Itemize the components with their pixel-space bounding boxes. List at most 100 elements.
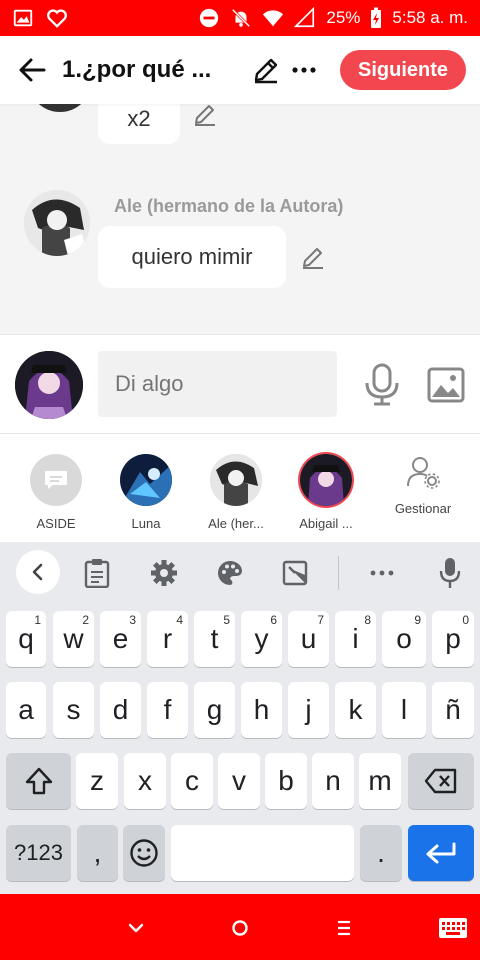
microphone-icon xyxy=(439,558,461,588)
key-c[interactable]: c xyxy=(171,753,213,809)
image-icon[interactable] xyxy=(426,365,466,405)
palette-icon xyxy=(218,561,242,585)
character-label: Abigail ... xyxy=(299,516,353,531)
avatar xyxy=(210,454,262,506)
key-r[interactable]: r4 xyxy=(147,611,188,667)
page-title: 1.¿por qué ... xyxy=(62,56,212,83)
chat-area: x2 Ale (hermano de la Autora) quiero mim… xyxy=(0,104,480,334)
period-key[interactable]: . xyxy=(360,825,402,881)
avatar xyxy=(300,454,352,506)
pencil-icon[interactable] xyxy=(192,104,218,127)
message-author: Ale (hermano de la Autora) xyxy=(114,196,344,216)
collapse-toolbar-button[interactable] xyxy=(16,550,60,594)
key-e[interactable]: e3 xyxy=(100,611,141,667)
floating-keyboard-button[interactable] xyxy=(277,555,313,591)
key-v[interactable]: v xyxy=(218,753,260,809)
resize-icon xyxy=(282,560,308,586)
key-m[interactable]: m xyxy=(359,753,401,809)
key-q[interactable]: q1 xyxy=(6,611,46,667)
key-n[interactable]: n xyxy=(312,753,354,809)
enter-key[interactable] xyxy=(408,825,474,881)
key-l[interactable]: l xyxy=(382,682,426,738)
character-luna[interactable]: Luna xyxy=(101,454,191,531)
emoji-key[interactable] xyxy=(123,825,165,881)
arrow-left-icon xyxy=(19,58,46,82)
microphone-icon[interactable] xyxy=(362,363,402,407)
clipboard-button[interactable] xyxy=(79,555,115,591)
key-x[interactable]: x xyxy=(124,753,166,809)
battery-charging-icon xyxy=(371,7,382,28)
character-label: ASIDE xyxy=(36,516,76,531)
aside-icon xyxy=(30,454,82,506)
comma-key[interactable]: , xyxy=(77,825,118,881)
shift-arrow-icon xyxy=(25,767,52,795)
chevron-down-icon[interactable] xyxy=(122,914,150,942)
key-i[interactable]: i8 xyxy=(335,611,376,667)
next-button[interactable]: Siguiente xyxy=(339,50,466,90)
key-o[interactable]: o9 xyxy=(382,611,426,667)
key-f[interactable]: f xyxy=(147,682,188,738)
recents-icon[interactable] xyxy=(330,914,358,942)
backspace-key[interactable] xyxy=(408,753,474,809)
chevron-left-icon xyxy=(32,563,43,581)
character-aside[interactable]: ASIDE xyxy=(11,454,101,531)
key-b[interactable]: b xyxy=(265,753,307,809)
message-bubble[interactable]: quiero mimir xyxy=(98,226,286,288)
pencil-icon[interactable] xyxy=(300,244,326,270)
avatar[interactable] xyxy=(15,351,83,419)
voice-input-button[interactable] xyxy=(432,555,468,591)
manage-characters-button[interactable]: Gestionar xyxy=(378,454,468,516)
theme-button[interactable] xyxy=(212,555,248,591)
character-abigail[interactable]: Abigail ... xyxy=(281,454,371,531)
more-horizontal-icon xyxy=(292,67,316,73)
navigation-bar xyxy=(0,894,480,960)
more-horizontal-icon xyxy=(370,570,394,576)
wifi-icon xyxy=(263,10,284,27)
more-tools-button[interactable] xyxy=(364,555,400,591)
space-key[interactable] xyxy=(171,825,354,881)
backspace-icon xyxy=(424,768,457,794)
status-bar: 25% 5:58 a. m. xyxy=(0,0,480,36)
character-ale[interactable]: Ale (her... xyxy=(191,454,281,531)
key-p[interactable]: p0 xyxy=(432,611,474,667)
key-g[interactable]: g xyxy=(194,682,235,738)
character-label: Ale (her... xyxy=(208,516,264,531)
signal-icon xyxy=(294,7,315,28)
message-input[interactable] xyxy=(98,351,337,417)
keyboard-switch-icon[interactable] xyxy=(438,914,468,942)
back-button[interactable] xyxy=(14,52,50,88)
clock: 5:58 a. m. xyxy=(392,8,468,27)
key-d[interactable]: d xyxy=(100,682,141,738)
key-z[interactable]: z xyxy=(76,753,118,809)
message-composer xyxy=(0,334,480,434)
key-w[interactable]: w2 xyxy=(53,611,94,667)
key-a[interactable]: a xyxy=(6,682,46,738)
key-t[interactable]: t5 xyxy=(194,611,235,667)
shift-key[interactable] xyxy=(6,753,71,809)
keyboard: q1 w2 e3 r4 t5 y6 u7 i8 o9 p0 a s d f g … xyxy=(0,542,480,894)
key-y[interactable]: y6 xyxy=(241,611,282,667)
battery-percent: 25% xyxy=(326,8,361,27)
home-circle-icon[interactable] xyxy=(226,914,254,942)
more-options-button[interactable] xyxy=(286,52,322,88)
keyboard-toolbar xyxy=(0,542,480,604)
character-selector: ASIDE Luna Ale (her... Abigail ... Gesti… xyxy=(0,434,480,542)
key-enye[interactable]: ñ xyxy=(432,682,474,738)
avatar[interactable] xyxy=(24,190,90,256)
do-not-disturb-icon xyxy=(200,8,219,28)
key-u[interactable]: u7 xyxy=(288,611,329,667)
avatar xyxy=(28,104,92,112)
key-s[interactable]: s xyxy=(53,682,94,738)
key-j[interactable]: j xyxy=(288,682,329,738)
key-h[interactable]: h xyxy=(241,682,282,738)
message-bubble[interactable]: x2 xyxy=(98,104,180,144)
edit-title-button[interactable] xyxy=(248,52,284,88)
keyboard-settings-button[interactable] xyxy=(146,555,182,591)
emoji-icon xyxy=(130,839,158,867)
key-k[interactable]: k xyxy=(335,682,376,738)
pencil-icon xyxy=(254,58,278,84)
clipboard-icon xyxy=(84,559,110,588)
symbols-key[interactable]: ?123 xyxy=(6,825,71,881)
toolbar-divider xyxy=(338,556,339,590)
story-header: 1.¿por qué ... Siguiente xyxy=(0,36,480,104)
